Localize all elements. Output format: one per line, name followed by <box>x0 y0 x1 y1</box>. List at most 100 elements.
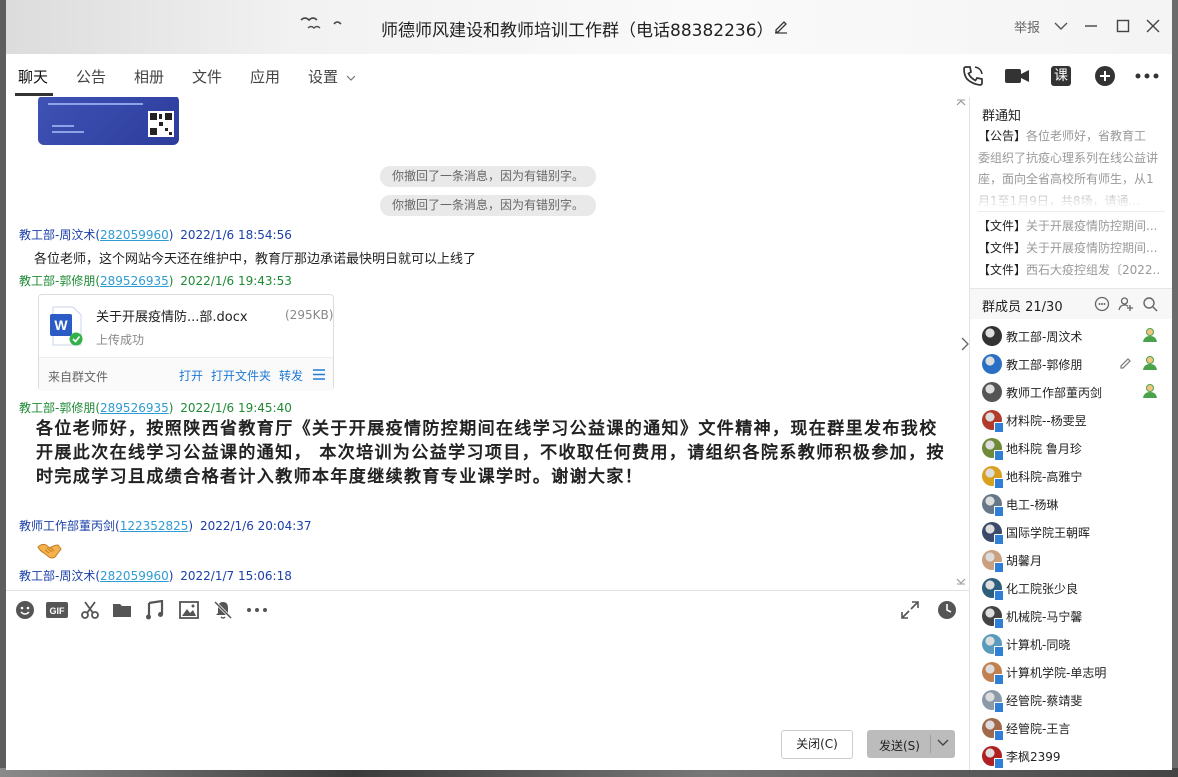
member-row[interactable]: 教师工作部董丙剑 <box>982 378 1167 406</box>
member-row[interactable]: 材料院--杨雯昱 <box>982 406 1167 434</box>
scroll-down-icon[interactable] <box>956 577 966 585</box>
send-file-button[interactable] <box>111 599 133 621</box>
member-row[interactable]: 国际学院王朝晖 <box>982 518 1167 546</box>
sender-qq-link[interactable]: 289526935 <box>100 274 169 288</box>
member-name: 李枫2399 <box>1006 750 1061 764</box>
close-window-button[interactable] <box>1141 14 1165 38</box>
sender-name[interactable]: 教工部-郭修朋 <box>19 401 95 415</box>
member-name: 教师工作部董丙剑 <box>1006 386 1103 400</box>
avatar[interactable] <box>982 382 1002 402</box>
chat-message-list[interactable]: 你撤回了一条消息，因为有错别字。 你撤回了一条消息，因为有错别字。 教工部-周汶… <box>6 97 969 590</box>
member-row[interactable]: 地科院 鲁月珍 <box>982 434 1167 462</box>
member-name: 地科院 鲁月珍 <box>1006 442 1082 456</box>
file-upload-status: 上传成功 <box>96 333 145 347</box>
sender-name[interactable]: 教工部-周汶术 <box>19 569 95 583</box>
more-options-button[interactable] <box>1133 62 1161 90</box>
expand-input-button[interactable] <box>899 599 921 621</box>
screenshot-button[interactable] <box>79 599 101 621</box>
tab-apps[interactable]: 应用 <box>250 66 280 87</box>
sender-name[interactable]: 教工部-郭修朋 <box>19 274 95 288</box>
send-image-button[interactable] <box>178 599 200 621</box>
group-file-item[interactable]: 【文件】关于开展疫情防控期间... <box>978 217 1161 234</box>
send-button[interactable]: 发送(S) <box>867 730 955 758</box>
minimize-button[interactable] <box>1079 14 1103 38</box>
member-row[interactable]: 计算机学院-单志明 <box>982 658 1167 686</box>
avatar[interactable] <box>982 354 1002 374</box>
message-text[interactable]: 各位老师，这个网站今天还在维护中，教育厅那边承诺最快明日就可以上线了 <box>34 248 476 267</box>
open-file-link[interactable]: 打开 <box>179 367 203 384</box>
sender-qq-link[interactable]: 289526935 <box>100 401 169 415</box>
music-button[interactable] <box>144 599 166 621</box>
edit-title-icon[interactable] <box>773 18 789 34</box>
chevron-down-icon[interactable] <box>937 738 949 748</box>
active-tab-indicator <box>15 93 53 96</box>
video-camera-icon <box>1005 69 1029 83</box>
class-button[interactable]: 课 <box>1047 62 1075 90</box>
input-toolbar: GIF <box>6 590 969 631</box>
history-button[interactable] <box>936 599 958 621</box>
group-file-item[interactable]: 【文件】关于开展疫情防控期间... <box>978 239 1161 256</box>
member-name: 计算机-同晓 <box>1006 638 1071 652</box>
member-row[interactable]: 教工部-周汶术 <box>982 322 1167 350</box>
message-header: 教工部-郭修朋(289526935) 2022/1/6 19:43:53 <box>19 274 292 288</box>
notice-fade-overlay <box>970 185 1172 209</box>
sender-name[interactable]: 教工部-周汶术 <box>19 228 95 242</box>
add-app-button[interactable] <box>1091 62 1119 90</box>
member-row[interactable]: 李枫2399 <box>982 742 1167 770</box>
tab-announcement[interactable]: 公告 <box>76 66 106 87</box>
voice-call-button[interactable] <box>959 62 987 90</box>
member-row[interactable]: 经管院-王言 <box>982 714 1167 742</box>
sender-name[interactable]: 教师工作部董丙剑 <box>19 519 115 533</box>
title-bar[interactable]: 师德师风建设和教师培训工作群（电话88382236） 举报 <box>6 0 1172 54</box>
add-member-icon[interactable] <box>1118 296 1134 312</box>
scroll-up-icon[interactable] <box>956 99 966 107</box>
member-row[interactable]: 经管院-蔡靖斐 <box>982 686 1167 714</box>
sender-qq-link[interactable]: 282059960 <box>100 569 169 583</box>
member-row[interactable]: 地科院-高雅宁 <box>982 462 1167 490</box>
shared-image-card[interactable] <box>38 97 179 145</box>
member-row[interactable]: 化工院张少良 <box>982 574 1167 602</box>
handshake-emoji-icon[interactable] <box>36 539 62 561</box>
tab-files[interactable]: 文件 <box>192 66 222 87</box>
group-file-item[interactable]: 【文件】西石大疫控组发〔2022... <box>978 261 1161 278</box>
mute-button[interactable] <box>212 599 234 621</box>
message-input-area[interactable]: 关闭(C) 发送(S) <box>6 631 969 770</box>
message-text[interactable]: 各位老师好，按照陕西省教育厅《关于开展疫情防控期间在线学习公益课的通知》文件精神… <box>36 417 948 489</box>
video-call-button[interactable] <box>1003 62 1031 90</box>
member-row[interactable]: 电工-杨琳 <box>982 490 1167 518</box>
mobile-online-icon <box>994 478 1004 489</box>
mobile-online-icon <box>994 702 1004 713</box>
report-button[interactable]: 举报 <box>1014 17 1040 36</box>
open-folder-link[interactable]: 打开文件夹 <box>211 367 271 384</box>
member-row[interactable]: 机械院-马宁馨 <box>982 602 1167 630</box>
member-row[interactable]: 胡馨月 <box>982 546 1167 574</box>
file-message-card[interactable]: W 关于开展疫情防...部.docx (295KB) 上传成功 来自群文件 打开… <box>38 294 334 391</box>
maximize-icon <box>1116 19 1130 33</box>
more-input-options-button[interactable] <box>246 599 268 621</box>
sender-qq-link[interactable]: 282059960 <box>100 228 169 242</box>
forward-file-link[interactable]: 转发 <box>279 367 303 384</box>
sender-qq-link[interactable]: 122352825 <box>120 519 189 533</box>
member-name: 化工院张少良 <box>1006 582 1079 596</box>
file-source-label: 来自群文件 <box>48 370 109 384</box>
gif-button[interactable]: GIF <box>46 599 68 621</box>
close-chat-button[interactable]: 关闭(C) <box>781 730 853 759</box>
word-document-icon: W <box>50 306 83 346</box>
edit-icon[interactable] <box>1119 356 1133 370</box>
file-name[interactable]: 关于开展疫情防...部.docx <box>96 306 248 325</box>
member-row[interactable]: 计算机-同晓 <box>982 630 1167 658</box>
search-icon[interactable] <box>1142 296 1158 312</box>
emoji-button[interactable] <box>14 599 36 621</box>
file-size: (295KB) <box>285 308 334 322</box>
member-row[interactable]: 教工部-郭修朋 <box>982 350 1167 378</box>
tab-settings[interactable]: 设置 <box>308 66 356 87</box>
tab-chat[interactable]: 聊天 <box>18 66 48 87</box>
more-dropdown-button[interactable] <box>1049 14 1073 38</box>
avatar[interactable] <box>982 326 1002 346</box>
folder-icon <box>113 604 131 617</box>
menu-lines-icon[interactable] <box>313 369 325 380</box>
maximize-button[interactable] <box>1111 14 1135 38</box>
member-chat-icon[interactable] <box>1094 296 1110 312</box>
tab-album[interactable]: 相册 <box>134 66 164 87</box>
member-name: 经管院-王言 <box>1006 722 1071 736</box>
